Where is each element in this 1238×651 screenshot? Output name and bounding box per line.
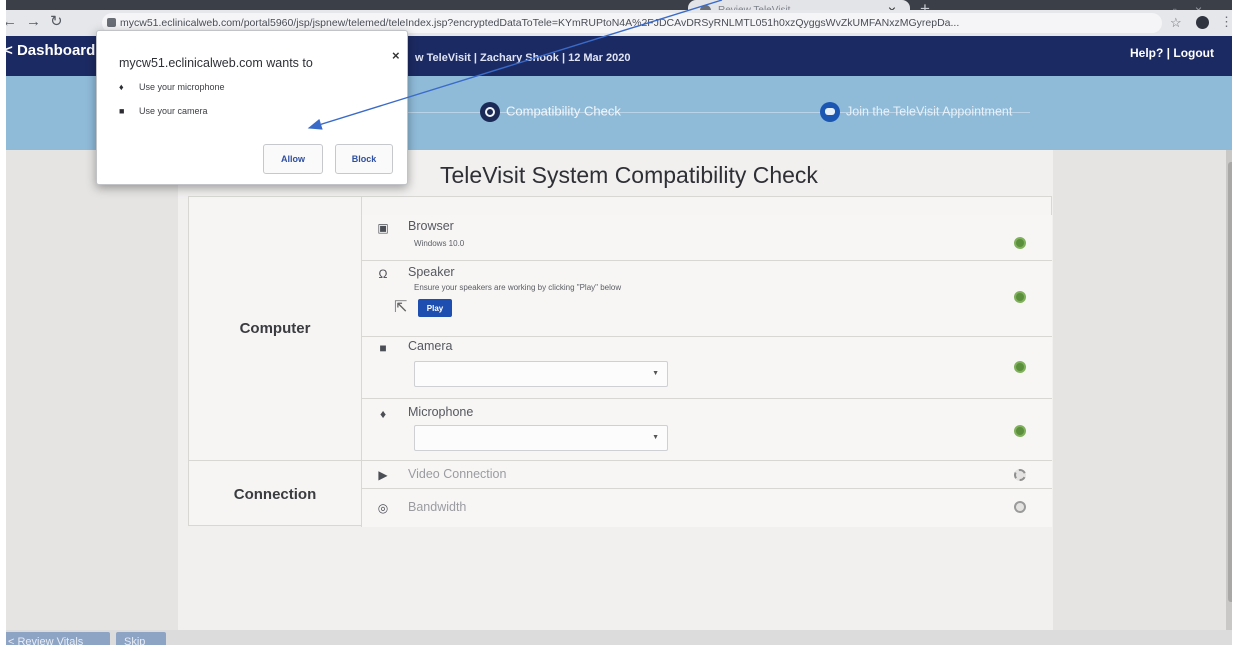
- dashboard-link[interactable]: < Dashboard: [4, 42, 95, 59]
- status-ok-icon: [1014, 237, 1026, 249]
- check-row-microphone: ♦ Microphone ▼: [362, 399, 1052, 461]
- section-connection: Connection: [189, 461, 362, 527]
- screenshot: Review TeleVisit × + –▫× ←→↻ mycw51.ecli…: [0, 0, 1238, 651]
- camera-icon: ■: [379, 341, 387, 355]
- check-label: Browser: [408, 219, 454, 233]
- page-title: TeleVisit System Compatibility Check: [440, 162, 818, 188]
- microphone-icon: ♦: [379, 407, 387, 421]
- url-text: mycw51.eclinicalweb.com/portal5960/jsp/j…: [120, 17, 960, 29]
- dashboard-label: Dashboard: [16, 42, 96, 59]
- permission-label: Use your camera: [139, 106, 208, 116]
- check-label: Camera: [408, 339, 453, 353]
- check-detail: Windows 10.0: [414, 239, 465, 248]
- status-ok-icon: [1014, 425, 1026, 437]
- allow-button[interactable]: Allow: [263, 144, 323, 174]
- check-row-bandwidth: ◎ Bandwidth: [362, 489, 1052, 527]
- chat-bubble-icon: [820, 102, 840, 122]
- microphone-select[interactable]: ▼: [414, 425, 668, 451]
- check-row-video-connection: ▶ Video Connection: [362, 461, 1052, 489]
- back-forward-reload-icon[interactable]: ←→↻: [2, 12, 72, 30]
- camera-select[interactable]: ▼: [414, 361, 668, 387]
- check-label: Video Connection: [408, 467, 507, 481]
- photo-frame-left: [0, 0, 6, 651]
- play-button[interactable]: Play: [418, 299, 452, 317]
- check-row-browser: ▣ Browser Windows 10.0: [362, 215, 1052, 261]
- photo-frame-right: [1232, 0, 1238, 651]
- dropdown-caret-icon: ▼: [652, 370, 659, 377]
- visit-info: w TeleVisit | Zachary Shook | 12 Mar 202…: [415, 52, 631, 64]
- video-connection-icon: ▶: [378, 468, 388, 482]
- headphones-icon: Ω: [378, 267, 388, 281]
- check-row-speaker: Ω Speaker Ensure your speakers are worki…: [362, 261, 1052, 337]
- profile-avatar[interactable]: [1196, 16, 1209, 29]
- photo-frame-bottom: [0, 645, 1238, 651]
- browser-window-icon: ▣: [377, 221, 389, 235]
- step-label: Join the TeleVisit Appointment: [846, 104, 1013, 119]
- check-detail: Ensure your speakers are working by clic…: [414, 283, 622, 292]
- bookmark-star-icon[interactable]: ☆: [1170, 15, 1182, 31]
- check-label: Speaker: [408, 265, 455, 279]
- compatibility-table: Computer Connection ▣ Browser Windows 10…: [188, 196, 1052, 527]
- check-label: Bandwidth: [408, 500, 467, 514]
- block-button[interactable]: Block: [335, 144, 393, 174]
- popup-title: mycw51.eclinicalweb.com wants to: [119, 56, 313, 70]
- close-icon[interactable]: ×: [392, 48, 400, 63]
- status-loading-icon: [1014, 469, 1026, 481]
- check-row-camera: ■ Camera ▼: [362, 337, 1052, 399]
- microphone-icon: ♦: [119, 82, 124, 92]
- step-join-televisit: Join the TeleVisit Appointment: [820, 102, 1012, 122]
- help-logout-links[interactable]: Help? | Logout: [1130, 46, 1214, 60]
- section-computer: Computer: [189, 197, 362, 461]
- camera-icon: ■: [119, 106, 125, 116]
- permission-camera: ■ Use your camera: [119, 106, 208, 116]
- permission-popup: mycw51.eclinicalweb.com wants to × ♦ Use …: [96, 30, 408, 185]
- permission-microphone: ♦ Use your microphone: [119, 82, 225, 92]
- step-compatibility-check: Compatibility Check: [480, 102, 621, 122]
- check-label: Microphone: [408, 405, 474, 419]
- mouse-cursor-icon: ⇱: [394, 299, 408, 316]
- lock-icon: [107, 18, 116, 27]
- status-ok-icon: [1014, 361, 1026, 373]
- bandwidth-icon: ◎: [377, 501, 389, 515]
- dropdown-caret-icon: ▼: [652, 434, 659, 441]
- step-label: Compatibility Check: [506, 103, 621, 119]
- compatibility-check-icon: [480, 102, 500, 122]
- permission-label: Use your microphone: [139, 82, 225, 92]
- status-pending-icon: [1014, 501, 1026, 513]
- status-ok-icon: [1014, 291, 1026, 303]
